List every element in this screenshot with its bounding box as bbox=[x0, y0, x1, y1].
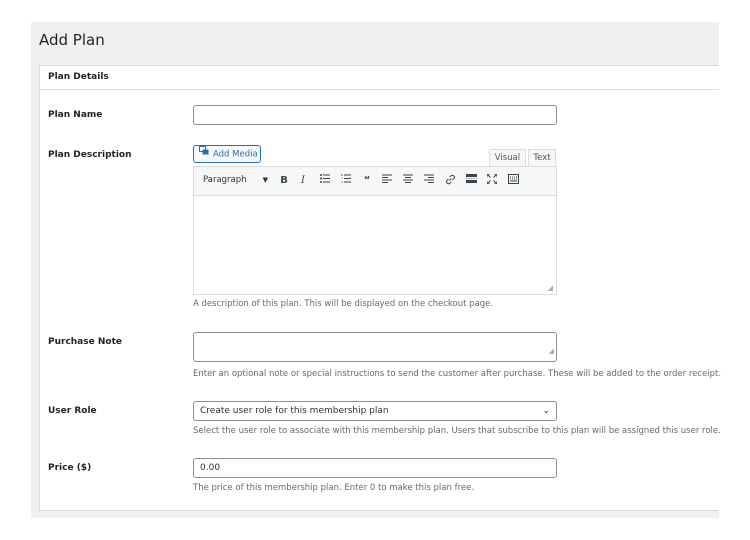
align-right-icon[interactable] bbox=[422, 174, 436, 188]
add-media-label: Add Media bbox=[213, 149, 258, 160]
user-role-label: User Role bbox=[48, 406, 97, 416]
description-editor[interactable]: Paragraph ▼ B I “ ◢ bbox=[193, 166, 557, 295]
plan-name-label: Plan Name bbox=[48, 110, 103, 120]
toolbar-toggle-icon[interactable] bbox=[506, 174, 520, 188]
read-more-icon[interactable] bbox=[464, 174, 478, 188]
plan-form-wrapper: Add Plan Plan Details Plan Name Plan Des… bbox=[31, 22, 722, 518]
user-role-help: Select the user role to associate with t… bbox=[193, 426, 721, 436]
bulleted-list-icon[interactable] bbox=[318, 174, 332, 188]
purchase-note-help: Enter an optional note or special instru… bbox=[193, 369, 722, 379]
editor-toolbar: Paragraph ▼ B I “ bbox=[194, 167, 556, 196]
italic-icon[interactable]: I bbox=[296, 174, 310, 188]
blockquote-icon[interactable]: “ bbox=[360, 174, 374, 188]
format-select[interactable]: Paragraph ▼ bbox=[198, 172, 271, 189]
bold-icon[interactable]: B bbox=[277, 174, 291, 188]
format-select-value: Paragraph bbox=[203, 175, 247, 185]
align-center-icon[interactable] bbox=[401, 174, 415, 188]
price-input[interactable]: 0.00 bbox=[193, 458, 557, 478]
add-media-button[interactable]: Add Media bbox=[193, 145, 261, 163]
tab-text[interactable]: Text bbox=[528, 149, 556, 166]
numbered-list-icon[interactable] bbox=[339, 174, 353, 188]
purchase-note-textarea[interactable]: ◢ bbox=[193, 332, 557, 362]
tab-visual[interactable]: Visual bbox=[489, 149, 526, 166]
align-left-icon[interactable] bbox=[380, 174, 394, 188]
plan-description-help: A description of this plan. This will be… bbox=[193, 299, 494, 309]
user-role-select[interactable]: Create user role for this membership pla… bbox=[193, 401, 557, 421]
add-media-icon bbox=[199, 146, 210, 162]
purchase-note-label: Purchase Note bbox=[48, 337, 122, 347]
plan-description-label: Plan Description bbox=[48, 150, 132, 160]
chevron-down-icon: ▼ bbox=[262, 176, 268, 184]
plan-name-input[interactable] bbox=[193, 105, 557, 125]
chevron-down-icon: ⌄ bbox=[542, 406, 550, 416]
price-help: The price of this membership plan. Enter… bbox=[193, 483, 475, 493]
fullscreen-icon[interactable] bbox=[485, 173, 499, 188]
plan-details-card: Plan Details Plan Name Plan Description … bbox=[39, 65, 722, 511]
resize-handle-icon[interactable]: ◢ bbox=[549, 342, 554, 360]
link-icon[interactable] bbox=[443, 174, 457, 188]
user-role-select-value: Create user role for this membership pla… bbox=[200, 406, 389, 416]
page-title: Add Plan bbox=[39, 31, 105, 49]
price-label: Price ($) bbox=[48, 463, 92, 473]
resize-handle-icon[interactable]: ◢ bbox=[548, 284, 553, 292]
card-title: Plan Details bbox=[40, 66, 719, 90]
